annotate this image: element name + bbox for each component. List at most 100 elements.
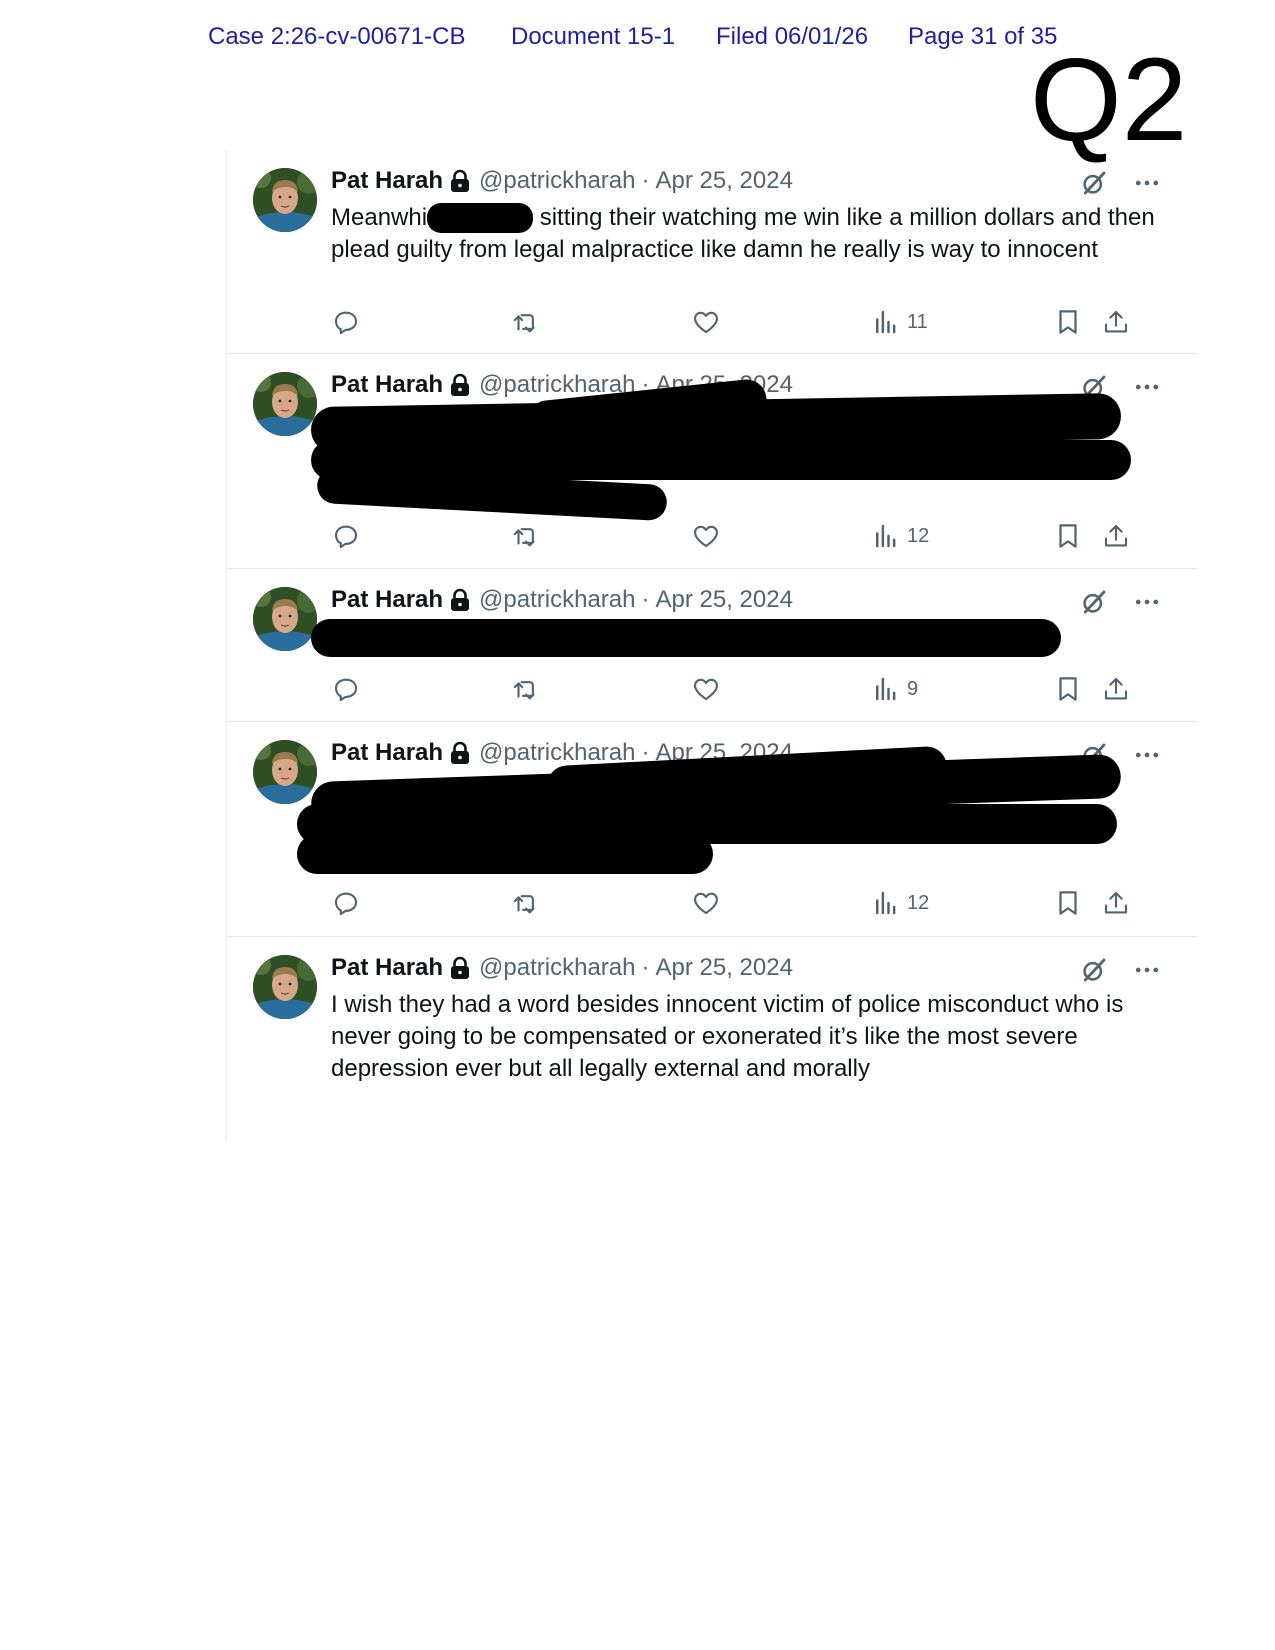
display-name[interactable]: Pat Harah (331, 167, 443, 195)
views-chart-icon (871, 888, 901, 918)
tweet-feed: Pat Harah @patrickharah · Apr 25, 2024 M… (226, 150, 1197, 1140)
view-count: 11 (907, 310, 928, 333)
reply-button[interactable] (331, 305, 361, 339)
avatar[interactable] (253, 740, 317, 804)
share-icon (1101, 307, 1131, 337)
avatar[interactable] (253, 168, 317, 232)
avatar[interactable] (253, 587, 317, 651)
grok-icon[interactable] (1079, 587, 1109, 617)
reply-button[interactable] (331, 519, 361, 553)
tweet-text: Meanwhi sitting their watching me win li… (331, 202, 1161, 266)
tweet-text: I wish they had a word besides innocent … (331, 991, 1124, 1082)
views-chart-icon (871, 521, 901, 551)
bookmark-icon (1053, 521, 1083, 551)
share-icon (1101, 674, 1131, 704)
separator: · (641, 167, 650, 194)
view-count: 9 (907, 677, 919, 700)
filed-date: Filed 06/01/26 (716, 23, 869, 50)
user-handle[interactable]: @patrickharah (479, 167, 635, 195)
lock-icon (449, 169, 471, 193)
view-count: 12 (907, 524, 930, 547)
post-date[interactable]: Apr 25, 2024 (655, 586, 792, 614)
tweet[interactable]: Pat Harah @patrickharah · Apr 25, 2024 9 (227, 569, 1197, 722)
reply-icon (331, 307, 361, 337)
bookmark-icon (1053, 307, 1083, 337)
action-bar: 12 (331, 886, 1171, 920)
share-icon (1101, 521, 1131, 551)
document-number: Document 15-1 (511, 23, 676, 50)
display-name[interactable]: Pat Harah (331, 954, 443, 982)
tweet-header: Pat Harah @patrickharah · Apr 25, 2024 (331, 585, 793, 615)
lock-icon (449, 741, 471, 765)
redaction-mark (311, 619, 1061, 657)
share-button[interactable] (1101, 519, 1131, 553)
like-button[interactable] (691, 519, 721, 553)
views-chart-icon (871, 307, 901, 337)
reply-icon (331, 674, 361, 704)
redaction-inline (427, 203, 534, 233)
tweet[interactable]: Pat Harah @patrickharah · Apr 25, 2024 1… (227, 354, 1197, 569)
retweet-button[interactable] (511, 519, 541, 553)
tweet-header: Pat Harah @patrickharah · Apr 25, 2024 (331, 953, 793, 983)
views-button[interactable]: 12 (871, 519, 929, 553)
share-button[interactable] (1101, 305, 1131, 339)
post-date[interactable]: Apr 25, 2024 (655, 954, 792, 982)
lock-icon (449, 956, 471, 980)
retweet-button[interactable] (511, 305, 541, 339)
bookmark-button[interactable] (1053, 305, 1083, 339)
retweet-button[interactable] (511, 672, 541, 706)
display-name[interactable]: Pat Harah (331, 371, 443, 399)
exhibit-label: Q2 (1030, 34, 1188, 166)
bookmark-button[interactable] (1053, 886, 1083, 920)
avatar[interactable] (253, 955, 317, 1019)
bookmark-icon (1053, 674, 1083, 704)
share-button[interactable] (1101, 886, 1131, 920)
bookmark-button[interactable] (1053, 519, 1083, 553)
more-icon[interactable] (1131, 955, 1163, 985)
tweet-header: Pat Harah @patrickharah · Apr 25, 2024 (331, 166, 793, 196)
views-chart-icon (871, 674, 901, 704)
separator: · (641, 954, 650, 981)
tweet-text-start: Meanwhi (331, 204, 428, 231)
retweet-button[interactable] (511, 886, 541, 920)
view-count: 12 (907, 891, 930, 914)
case-header: Case 2:26-cv-00671-CB Document 15-1 File… (208, 22, 1088, 52)
tweet[interactable]: Pat Harah @patrickharah · Apr 25, 2024 1… (227, 722, 1197, 937)
tweet[interactable]: Pat Harah @patrickharah · Apr 25, 2024 I… (227, 937, 1197, 1137)
separator: · (641, 586, 650, 613)
reply-icon (331, 888, 361, 918)
share-button[interactable] (1101, 672, 1131, 706)
reply-icon (331, 521, 361, 551)
reply-button[interactable] (331, 886, 361, 920)
user-handle[interactable]: @patrickharah (479, 586, 635, 614)
retweet-icon (511, 674, 541, 704)
views-button[interactable]: 11 (871, 305, 928, 339)
views-button[interactable]: 12 (871, 886, 929, 920)
lock-icon (449, 588, 471, 612)
more-icon[interactable] (1131, 168, 1163, 198)
views-button[interactable]: 9 (871, 672, 918, 706)
redaction-mark (297, 834, 713, 874)
display-name[interactable]: Pat Harah (331, 586, 443, 614)
like-button[interactable] (691, 305, 721, 339)
more-icon[interactable] (1131, 372, 1163, 402)
avatar[interactable] (253, 372, 317, 436)
grok-icon[interactable] (1079, 955, 1109, 985)
action-bar: 12 (331, 519, 1171, 553)
heart-icon (691, 674, 721, 704)
bookmark-button[interactable] (1053, 672, 1083, 706)
action-bar: 11 (331, 305, 1171, 339)
like-button[interactable] (691, 672, 721, 706)
display-name[interactable]: Pat Harah (331, 739, 443, 767)
tweet[interactable]: Pat Harah @patrickharah · Apr 25, 2024 M… (227, 150, 1197, 354)
share-icon (1101, 888, 1131, 918)
more-icon[interactable] (1131, 740, 1163, 770)
post-date[interactable]: Apr 25, 2024 (655, 167, 792, 195)
grok-icon[interactable] (1079, 168, 1109, 198)
like-button[interactable] (691, 886, 721, 920)
action-bar: 9 (331, 672, 1171, 706)
retweet-icon (511, 307, 541, 337)
more-icon[interactable] (1131, 587, 1163, 617)
user-handle[interactable]: @patrickharah (479, 954, 635, 982)
reply-button[interactable] (331, 672, 361, 706)
